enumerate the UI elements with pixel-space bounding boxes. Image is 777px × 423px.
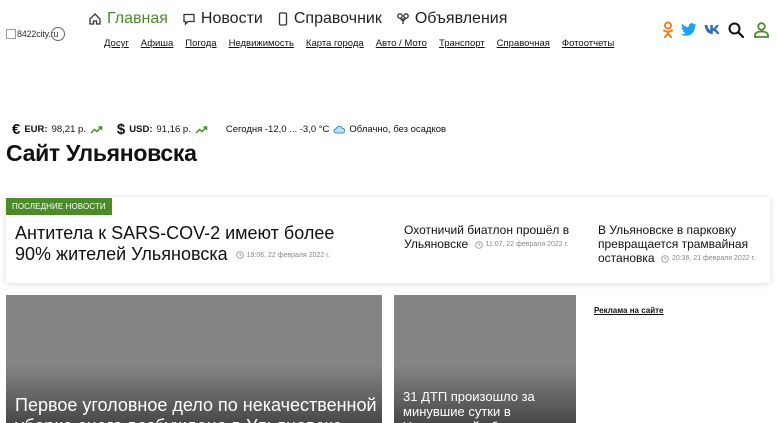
dollar-icon: $ — [116, 121, 126, 138]
news-card[interactable]: 31 ДТП произошло за минувшие сутки в Уль… — [394, 295, 576, 423]
logo-circle-icon — [51, 27, 65, 41]
clock-icon — [661, 255, 669, 263]
subnav-photo[interactable]: Фотоотчеты — [562, 38, 614, 49]
ad-link[interactable]: Реклама на сайте — [594, 306, 664, 315]
subnav-realty[interactable]: Недвижимость — [229, 38, 294, 49]
nav-label: Справочник — [293, 10, 382, 27]
twitter-icon[interactable] — [681, 23, 697, 36]
subnav-auto[interactable]: Авто / Мото — [376, 38, 427, 49]
trend-up-icon — [90, 125, 103, 134]
eur-code: EUR: — [24, 124, 48, 135]
lead-news-item[interactable]: Антитела к SARS-COV-2 имеют более 90% жи… — [15, 223, 375, 266]
news-time: 11:07, 22 февраля 2022 г. — [485, 240, 569, 248]
euro-icon: € — [12, 121, 21, 138]
chat-icon — [183, 13, 195, 26]
odnoklassniki-icon[interactable] — [662, 21, 674, 38]
news-card[interactable]: Первое уголовное дело по некачественной … — [6, 295, 382, 423]
card-title[interactable]: 31 ДТП произошло за минувшие сутки в Уль… — [403, 389, 568, 423]
social-tools — [655, 21, 769, 38]
news-item[interactable]: В Ульяновске в парковку превращается тра… — [598, 223, 758, 266]
search-icon[interactable] — [728, 22, 744, 38]
news-meta: 11:07, 22 февраля 2022 г. — [474, 238, 569, 252]
announcement-icon — [396, 13, 409, 24]
usd-value: 91,16 р. — [156, 124, 191, 135]
subnav-afisha[interactable]: Афиша — [141, 38, 173, 49]
latest-news: ПОСЛЕДНИЕ НОВОСТИ Антитела к SARS-COV-2 … — [6, 197, 770, 283]
trend-up-icon — [195, 125, 208, 134]
user-icon[interactable] — [754, 21, 769, 38]
news-meta: 19:06, 22 февраля 2022 г. — [235, 245, 330, 266]
subnav-transport[interactable]: Транспорт — [439, 38, 485, 49]
cloud-icon — [333, 125, 346, 134]
weather-temp: Сегодня -12,0 ... -3,0 °C — [225, 124, 330, 135]
broken-image-icon — [6, 29, 16, 39]
latest-news-badge: ПОСЛЕДНИЕ НОВОСТИ — [6, 198, 112, 215]
home-icon — [89, 13, 101, 25]
nav-item-ads[interactable]: Объявления — [396, 10, 508, 28]
nav-item-home[interactable]: Главная — [88, 10, 168, 28]
phone-icon — [278, 12, 287, 26]
nav-label: Новости — [200, 10, 263, 27]
clock-icon — [235, 251, 244, 259]
subnav-weather[interactable]: Погода — [185, 38, 216, 49]
vk-icon[interactable] — [704, 24, 721, 35]
eur-value: 98,21 р. — [51, 124, 86, 135]
nav-item-news[interactable]: Новости — [182, 10, 263, 28]
sub-nav: Досуг Афиша Погода Недвижимость Карта го… — [104, 38, 626, 49]
main-nav: Главная Новости Справочник Объявления — [88, 10, 521, 28]
news-meta: 20:36, 21 февраля 2022 г. — [661, 252, 755, 266]
weather-desc: Облачно, без осадков — [349, 124, 447, 135]
clock-icon — [474, 241, 483, 249]
nav-item-directory[interactable]: Справочник — [277, 10, 382, 28]
rates-bar: € EUR: 98,21 р. $ USD: 91,16 р. Сегодня … — [12, 121, 446, 138]
subnav-leisure[interactable]: Досуг — [104, 38, 129, 49]
nav-label: Главная — [107, 10, 168, 27]
news-time: 20:36, 21 февраля 2022 г. — [671, 254, 756, 262]
usd-code: USD: — [129, 124, 153, 135]
subnav-help[interactable]: Справочная — [497, 38, 550, 49]
news-item[interactable]: Охотничий биатлон прошёл в Ульяновске 11… — [404, 223, 574, 252]
nav-label: Объявления — [414, 10, 508, 27]
page-title: Сайт Ульяновска — [6, 140, 197, 166]
site-logo[interactable]: 8422city.ru — [6, 26, 65, 42]
subnav-city-map[interactable]: Карта города — [306, 38, 364, 49]
card-title[interactable]: Первое уголовное дело по некачественной … — [15, 395, 380, 423]
news-time: 19:06, 22 февраля 2022 г. — [246, 251, 330, 259]
weather-widget[interactable]: Сегодня -12,0 ... -3,0 °C Облачно, без о… — [226, 124, 446, 135]
